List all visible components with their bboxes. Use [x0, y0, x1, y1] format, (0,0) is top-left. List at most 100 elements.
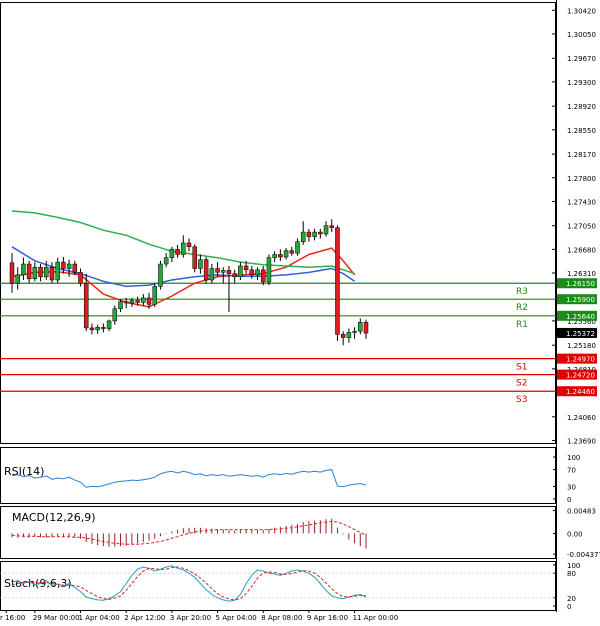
candle [335, 225, 340, 341]
candle-body-up [312, 231, 317, 237]
candle-body-down [135, 300, 140, 303]
macd-title: MACD(12,26,9) [12, 511, 96, 524]
candle-body-up [352, 330, 357, 333]
candle-body-down [72, 263, 78, 273]
stoch-title: Stoch(9,6,3) [4, 577, 72, 590]
candle-body-up [295, 241, 300, 254]
pivot-price-r2: 1.25900 [566, 296, 595, 304]
pivot-label-r2: R2 [516, 303, 528, 313]
stoch-tick-label: 80 [567, 570, 576, 578]
main-y-tick-label: 1.28170 [567, 151, 596, 159]
candle-body-down [318, 231, 323, 235]
candle-body-down [289, 250, 295, 254]
candle-body-down [101, 327, 106, 329]
pivot-label-s1: S1 [516, 363, 527, 373]
time-tick-label: 1 Apr 04:00 [79, 614, 120, 622]
candle-body-down [226, 270, 232, 274]
pivot-price-s3: 1.24460 [566, 388, 595, 396]
candle-body-up [21, 263, 26, 276]
candle-body-down [192, 246, 197, 269]
candle-body-down [78, 272, 83, 284]
rsi-tick-label: 0 [567, 496, 571, 504]
candle-body-up [198, 259, 203, 269]
candle-body-down [203, 259, 209, 281]
main-y-tick-label: 1.25180 [567, 342, 596, 350]
main-y-tick-label: 1.24060 [567, 414, 596, 422]
main-y-tick-label: 1.30420 [567, 7, 596, 15]
main-y-tick-label: 1.28550 [567, 127, 596, 135]
rsi-tick-label: 30 [567, 483, 576, 491]
candle-body-up [158, 263, 163, 287]
candle-body-down [38, 266, 43, 278]
stoch-tick-label: 100 [567, 562, 580, 570]
candle-body-up [221, 270, 226, 273]
candle-body-up [44, 266, 49, 278]
candle-body-down [9, 262, 15, 284]
candle-body-up [346, 332, 352, 338]
pivot-label-s3: S3 [516, 395, 527, 405]
candle-body-up [300, 231, 306, 242]
time-tick-label: 2 Apr 12:00 [124, 614, 165, 622]
candle-body-down [363, 321, 369, 334]
candle-body-up [118, 301, 123, 310]
candle-body-up [169, 249, 175, 258]
main-y-tick-label: 1.26310 [567, 270, 596, 278]
stoch-tick-label: 20 [567, 595, 576, 603]
candle-body-down [186, 242, 192, 248]
candle-body-up [266, 257, 272, 283]
candle-body-up [152, 286, 157, 305]
candle-body-up [95, 327, 100, 331]
candle-body-down [89, 327, 95, 331]
main-y-tick-label: 1.23690 [567, 437, 596, 445]
candle-body-down [278, 254, 283, 258]
candle [158, 260, 163, 290]
current-price-label: 1.25372 [566, 330, 595, 338]
candle-body-down [232, 273, 237, 278]
candle-body-up [15, 274, 20, 284]
chart-canvas: 1.30420 1.30050 1.29670 1.29300 1.28920 1.285… [0, 0, 600, 622]
stoch-tick-label: 0 [567, 603, 571, 611]
pivot-price-r3: 1.26150 [566, 280, 595, 288]
time-tick-label: 9 Apr 16:00 [307, 614, 348, 622]
forex-chart: 1.30420 1.30050 1.29670 1.29300 1.28920 1.285… [0, 0, 600, 622]
candle-body-down [49, 266, 55, 281]
candle-body-up [55, 261, 60, 281]
candle-body-down [243, 265, 249, 271]
candle-body-down [26, 263, 32, 279]
pivot-label-s2: S2 [516, 379, 527, 389]
pivot-price-r1: 1.25640 [566, 313, 595, 321]
time-tick-label: 8 Apr 08:00 [261, 614, 302, 622]
macd-tick-label: -0.004377 [567, 551, 600, 559]
candle-body-up [129, 300, 135, 304]
main-y-tick-label: 1.27050 [567, 223, 596, 231]
rsi-tick-label: 70 [567, 467, 576, 475]
candle-body-up [163, 257, 169, 265]
candle-body-up [181, 242, 186, 255]
time-tick-label: 29 Mar 00:00 [33, 614, 80, 622]
time-tick-label: 5 Apr 04:00 [216, 614, 257, 622]
main-y-tick-label: 1.29300 [567, 79, 596, 87]
candle-body-up [141, 297, 146, 303]
candle [266, 254, 272, 286]
candle-body-up [66, 263, 72, 269]
candle-body-up [323, 225, 329, 235]
candle-body-up [272, 254, 277, 258]
candle-body-up [112, 308, 118, 322]
candle-body-up [209, 268, 215, 281]
macd-tick-label: 0.00483 [567, 508, 596, 516]
main-y-tick-label: 1.27800 [567, 175, 596, 183]
candle-body-down [215, 268, 220, 273]
candle [152, 283, 157, 307]
main-y-tick-label: 1.27430 [567, 198, 596, 206]
candle-body-down [146, 297, 152, 305]
candle-body-up [106, 320, 112, 329]
candle-body-down [249, 269, 255, 276]
candle [203, 257, 209, 284]
candle-body-down [260, 269, 266, 283]
chart-background [0, 0, 600, 622]
candle-body-up [32, 266, 38, 279]
main-y-tick-label: 1.28920 [567, 103, 596, 111]
candle-body-down [335, 227, 340, 335]
candle-body-down [175, 249, 180, 255]
candle-body-down [340, 334, 346, 338]
